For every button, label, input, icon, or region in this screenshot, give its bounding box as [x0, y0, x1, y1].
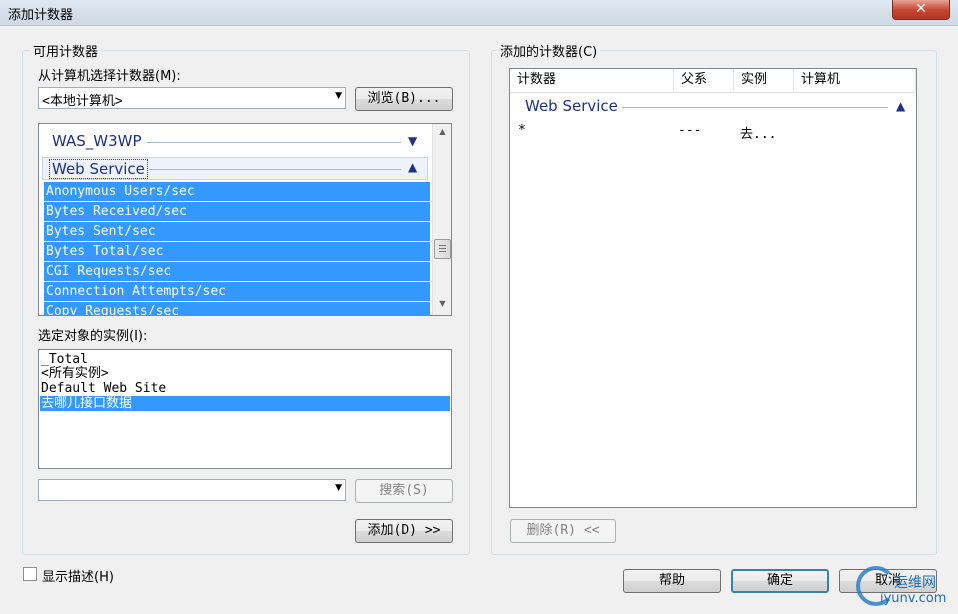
watermark-text-line1: 运维网 — [894, 575, 936, 591]
instance-item[interactable]: <所有实例> — [41, 366, 109, 381]
added-group-web-service[interactable]: Web Service — [525, 97, 618, 115]
available-counters-legend: 可用计数器 — [30, 41, 102, 60]
scroll-down-icon[interactable]: ▼ — [434, 299, 451, 308]
title-bar — [0, 0, 958, 26]
counter-list-scrollbar[interactable]: ▲ ▼ — [432, 124, 451, 315]
help-button[interactable]: 帮助 — [623, 569, 721, 593]
computer-combo[interactable]: <本地计算机> ▼ — [38, 87, 346, 109]
computer-combo-value: <本地计算机> — [42, 94, 123, 109]
window-title: 添加计数器 — [8, 8, 74, 23]
group-divider — [622, 107, 888, 108]
counter-item[interactable]: CGI Requests/sec — [44, 262, 430, 281]
column-header-parent[interactable]: 父系 — [674, 69, 734, 91]
show-description-checkbox[interactable] — [23, 567, 37, 581]
add-button[interactable]: 添加(D) >> — [355, 519, 453, 543]
chevron-down-icon: ▼ — [335, 91, 342, 101]
counter-item[interactable]: Connection Attempts/sec — [44, 282, 430, 301]
counter-item[interactable]: Copy Requests/sec — [44, 302, 430, 315]
chevron-up-icon[interactable]: ▲ — [408, 160, 417, 174]
watermark-text-line2: iyunv.com — [880, 591, 947, 606]
category-divider — [147, 142, 401, 143]
chevron-down-icon: ▼ — [335, 483, 342, 493]
column-header-instance[interactable]: 实例 — [734, 69, 794, 91]
column-header-computer[interactable]: 计算机 — [794, 69, 916, 91]
category-divider — [149, 169, 401, 170]
added-row-parent: --- — [678, 123, 702, 138]
select-from-computer-label: 从计算机选择计数器(M): — [38, 69, 181, 84]
added-row-counter[interactable]: * — [518, 123, 526, 138]
instances-list[interactable]: _Total <所有实例> Default Web Site 去哪儿接口数据 — [38, 349, 452, 469]
added-row-instance: 去... — [740, 127, 777, 142]
remove-button[interactable]: 删除(R) << — [510, 519, 616, 543]
close-button[interactable]: ✕ — [892, 0, 950, 20]
category-was-w3wp[interactable]: WAS_W3WP — [52, 132, 142, 150]
browse-button[interactable]: 浏览(B)... — [355, 87, 453, 111]
instance-item[interactable]: _Total — [41, 352, 88, 367]
scroll-up-icon[interactable]: ▲ — [434, 127, 451, 136]
column-header-row: 计数器 父系 实例 计算机 — [510, 69, 916, 93]
counter-item[interactable]: Bytes Total/sec — [44, 242, 430, 261]
chevron-up-icon[interactable]: ▲ — [896, 99, 905, 113]
instance-item[interactable]: Default Web Site — [41, 381, 166, 396]
counter-item[interactable]: Anonymous Users/sec — [44, 182, 430, 201]
counter-list[interactable]: WAS_W3WP ▼ Web Service ▲ Anonymous Users… — [38, 123, 452, 316]
instances-label: 选定对象的实例(I): — [38, 329, 148, 344]
counter-item[interactable]: Bytes Received/sec — [44, 202, 430, 221]
ok-button[interactable]: 确定 — [731, 569, 829, 593]
search-button[interactable]: 搜索(S) — [355, 479, 453, 503]
counter-rows: Anonymous Users/sec Bytes Received/sec B… — [44, 182, 430, 315]
search-combo[interactable]: ▼ — [38, 479, 346, 501]
added-counters-list[interactable]: 计数器 父系 实例 计算机 Web Service ▲ * --- 去... — [509, 68, 917, 508]
show-description-label[interactable]: 显示描述(H) — [42, 566, 114, 585]
added-counters-legend: 添加的计数器(C) — [497, 41, 601, 60]
instance-item-selected[interactable]: 去哪儿接口数据 — [40, 396, 450, 411]
category-web-service[interactable]: Web Service — [49, 159, 148, 179]
column-header-counter[interactable]: 计数器 — [510, 69, 674, 91]
counter-item[interactable]: Bytes Sent/sec — [44, 222, 430, 241]
chevron-down-icon[interactable]: ▼ — [408, 134, 417, 148]
scrollbar-thumb[interactable] — [434, 239, 451, 259]
